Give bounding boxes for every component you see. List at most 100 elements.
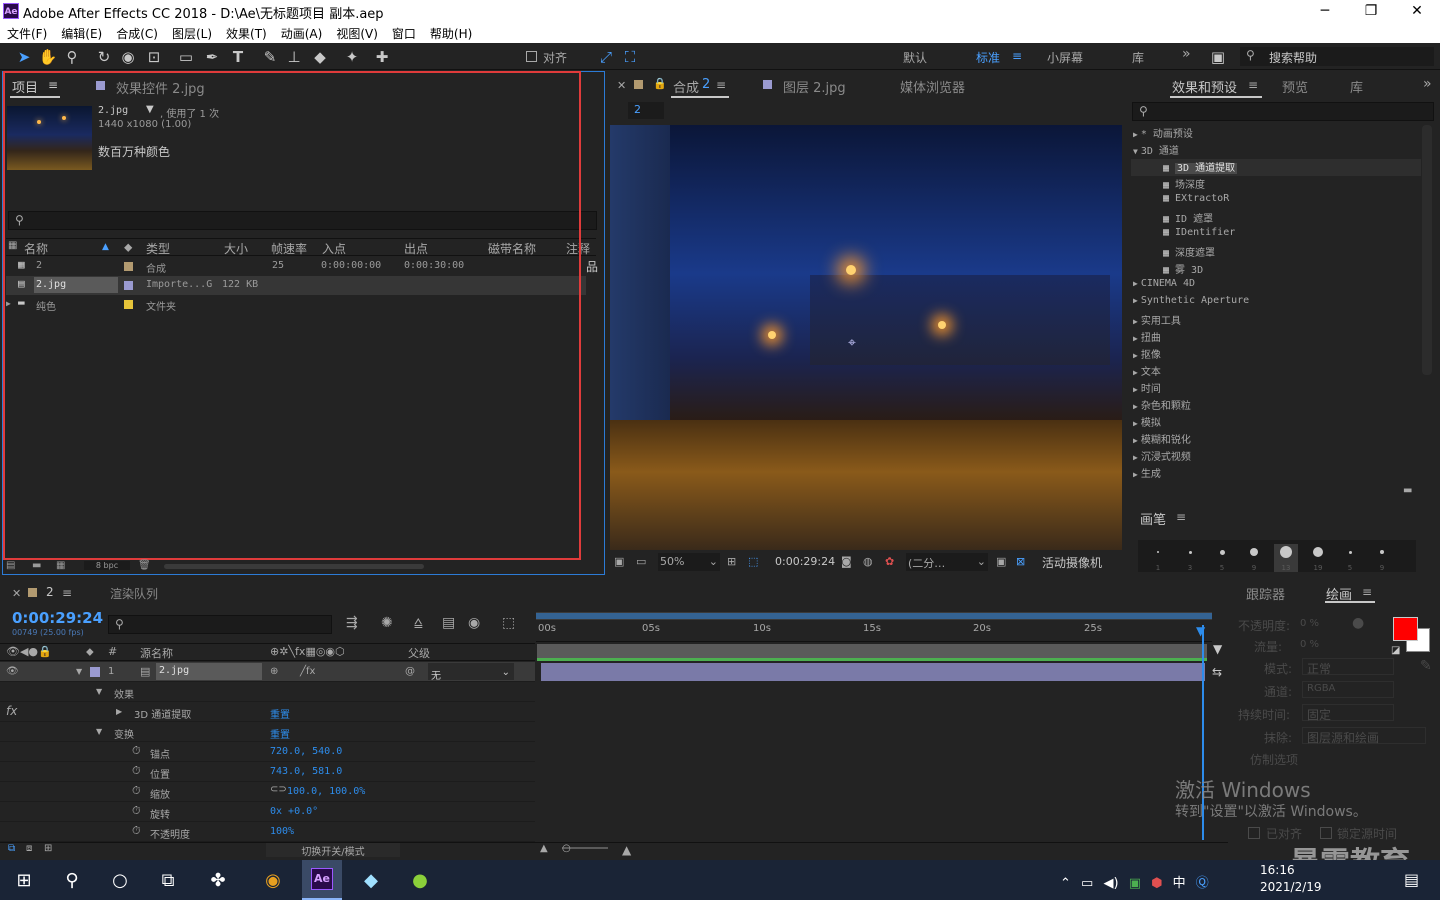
more-workspaces-icon[interactable]: » — [1182, 46, 1191, 62]
comp-marker-bin-icon[interactable]: ▼ — [1213, 642, 1222, 656]
constrain-link-icon[interactable]: ⊂⊃ — [270, 784, 287, 795]
collapse-arrow-icon[interactable]: ▶ — [116, 707, 122, 716]
work-area-bar[interactable] — [536, 612, 1212, 620]
clone-stamp-tool-icon[interactable]: ⊥ — [284, 47, 304, 67]
task-view-icon[interactable]: ⧉ — [150, 866, 186, 896]
help-search-box[interactable]: ⚲ 搜索帮助 — [1240, 47, 1434, 66]
text-tool-icon[interactable]: T — [228, 47, 248, 67]
visibility-eye-icon[interactable]: 👁 — [6, 666, 19, 677]
pen-tool-icon[interactable]: ✒ — [202, 47, 222, 67]
brush-tip[interactable]: 9 — [1370, 544, 1394, 572]
tab-library[interactable]: 库 — [1350, 77, 1363, 96]
effect-item[interactable]: ▦ 深度遮罩 — [1131, 244, 1421, 261]
close-tab-icon[interactable]: ✕ — [12, 587, 21, 600]
layer-duration-bar[interactable] — [541, 663, 1205, 681]
layer-name[interactable]: 2.jpg — [156, 663, 262, 680]
stopwatch-icon[interactable]: ⏱ — [132, 824, 141, 838]
viewer-timecode[interactable]: 0:00:29:24 — [775, 555, 835, 568]
new-folder-icon[interactable]: ▬ — [1403, 485, 1412, 496]
layer-row[interactable]: 👁 ▼ 1 ▤ 2.jpg ⊕ ╱fx @ 无 ⌄ — [0, 662, 535, 682]
tray-up-arrow-icon[interactable]: ⌃ — [1060, 876, 1071, 891]
tab-composition-name[interactable]: 2 — [702, 77, 710, 92]
nvidia-icon[interactable]: ▣ — [1129, 876, 1141, 891]
menu-composition[interactable]: 合成(C) — [109, 22, 165, 42]
interpret-footage-icon[interactable]: ▤ — [6, 560, 15, 571]
flowchart-icon[interactable]: 品 — [586, 258, 598, 275]
rectangle-tool-icon[interactable]: ▭ — [176, 47, 196, 67]
transfer-controls-toggle-icon[interactable]: ⧈ — [26, 843, 32, 854]
expand-arrow-icon[interactable]: ▼ — [96, 727, 102, 736]
collapse-arrow-icon[interactable]: ▶ — [1133, 296, 1138, 305]
zoom-slider-handle-icon[interactable]: ○ — [562, 843, 571, 854]
tab-preview[interactable]: 预览 — [1282, 77, 1308, 96]
app-icon[interactable]: ◆ — [353, 866, 389, 896]
expand-arrow-icon[interactable]: ▶ — [6, 299, 11, 308]
display-icon[interactable]: ▭ — [636, 555, 646, 568]
timeline-search-input[interactable]: ⚲ — [108, 615, 332, 634]
effect-category[interactable]: ▶ 模拟 — [1131, 414, 1421, 431]
current-timecode[interactable]: 0:00:29:24 — [12, 609, 103, 627]
collapse-arrow-icon[interactable]: ▶ — [1133, 130, 1138, 139]
fx-icon[interactable]: fx — [6, 704, 17, 718]
brush-tip[interactable]: 5 — [1338, 544, 1362, 572]
clock-time[interactable]: 16:16 — [1260, 863, 1295, 877]
rotate-tool-icon[interactable]: ↻ — [94, 47, 114, 67]
effect-category[interactable]: ▶ 扭曲 — [1131, 329, 1421, 346]
collapse-arrow-icon[interactable]: ▶ — [1133, 470, 1138, 479]
snapshot-icon[interactable]: ◙ — [841, 555, 852, 568]
anchor-point-icon[interactable]: ⌖ — [848, 335, 856, 351]
eyedropper-icon[interactable]: ✎ — [1420, 658, 1432, 674]
close-tab-icon[interactable]: ✕ — [617, 79, 626, 92]
layer-switches-toggle-icon[interactable]: ⧉ — [8, 843, 15, 854]
transform-reset-link[interactable]: 重置 — [270, 726, 290, 741]
brush-tip[interactable]: 19 — [1306, 544, 1330, 572]
brush-tip[interactable]: 9 — [1242, 544, 1266, 572]
effects-group-row[interactable]: ▼ 效果 — [0, 682, 535, 702]
project-row[interactable]: ▦ 2 合成 25 0:00:00:00 0:00:30:00 — [6, 257, 586, 276]
effects-search-input[interactable]: ⚲ — [1132, 102, 1434, 121]
workspace-menu-icon[interactable]: ≡ — [1012, 49, 1022, 63]
collapse-arrow-icon[interactable]: ▶ — [1133, 385, 1138, 394]
collapse-arrow-icon[interactable]: ▶ — [1133, 351, 1138, 360]
pick-whip-icon[interactable]: @ — [405, 666, 415, 677]
region-of-interest-icon[interactable]: ⬚ — [748, 555, 758, 568]
close-button[interactable]: ✕ — [1394, 0, 1440, 22]
property-row[interactable]: ⏱ 锚点 720.0, 540.0 — [0, 742, 535, 762]
shy-switch-icon[interactable]: ⊕ — [270, 666, 278, 677]
collapse-arrow-icon[interactable]: ▶ — [1133, 279, 1138, 288]
column-parent[interactable]: 父级 — [408, 645, 430, 661]
horizontal-scrollbar[interactable] — [164, 564, 424, 569]
effect-category[interactable]: ▶ 时间 — [1131, 380, 1421, 397]
collapse-arrow-icon[interactable]: ▶ — [1133, 334, 1138, 343]
tab-project[interactable]: 项目 — [12, 77, 38, 96]
zoom-in-icon[interactable]: ▲ — [622, 843, 631, 857]
effect-item[interactable]: ▦ 场深度 — [1131, 176, 1421, 193]
shy-layers-icon[interactable]: ⩠ — [414, 615, 423, 631]
workspace-standard[interactable]: 标准 — [976, 49, 1000, 66]
chrome-icon[interactable]: ◉ — [255, 866, 291, 896]
collapse-arrow-icon[interactable]: ▶ — [1133, 317, 1138, 326]
search-icon[interactable]: ⚲ — [54, 866, 90, 896]
roto-brush-tool-icon[interactable]: ✦ — [342, 47, 362, 67]
graph-editor-icon[interactable]: ⬚ — [502, 615, 515, 631]
menu-window[interactable]: 窗口 — [385, 22, 423, 42]
zoom-tool-icon[interactable]: ⚲ — [62, 47, 82, 67]
property-value[interactable]: 100% — [270, 826, 294, 837]
effect-item[interactable]: ▦ 3D 通道提取 — [1131, 159, 1421, 176]
minimize-button[interactable]: ─ — [1302, 0, 1348, 22]
ime-indicator[interactable]: 中 — [1173, 876, 1186, 891]
tab-composition[interactable]: 合成 — [673, 77, 699, 96]
brushes-menu-icon[interactable]: ≡ — [1176, 510, 1186, 524]
effect-category[interactable]: ▶ 沉浸式视频 — [1131, 448, 1421, 465]
action-center-icon[interactable]: ▤ — [1404, 870, 1419, 889]
sync-settings-icon[interactable]: ▣ — [1208, 47, 1228, 67]
network-icon[interactable]: ▭ — [1081, 876, 1093, 891]
volume-icon[interactable]: ◀) — [1103, 876, 1118, 891]
melon-app-icon[interactable]: ● — [402, 866, 438, 896]
menu-effect[interactable]: 效果(T) — [219, 22, 274, 42]
expand-arrow-icon[interactable]: ▼ — [76, 667, 82, 676]
menu-help[interactable]: 帮助(H) — [423, 22, 479, 42]
timeline-menu-icon[interactable]: ≡ — [62, 586, 72, 600]
channel-dropdown[interactable]: RGBA — [1302, 681, 1394, 698]
playhead-marker-icon[interactable]: ▼ — [1196, 624, 1205, 638]
